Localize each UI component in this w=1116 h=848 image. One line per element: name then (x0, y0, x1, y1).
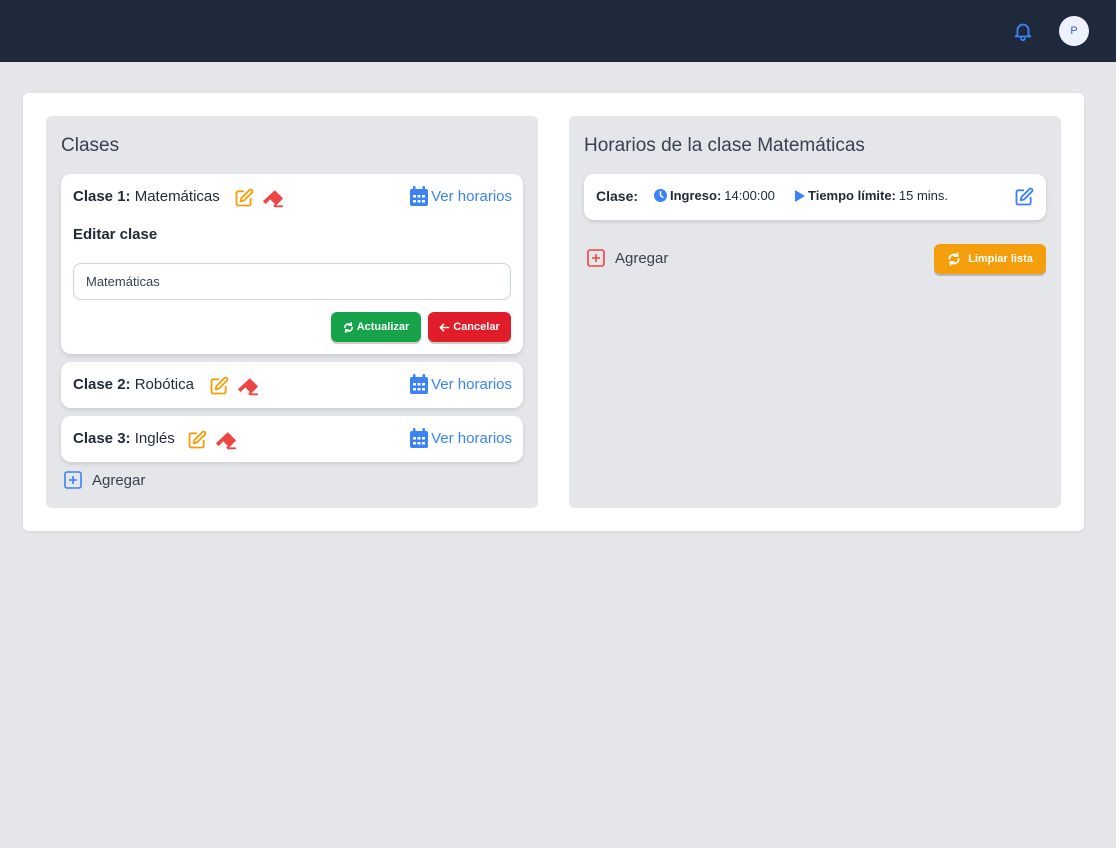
plus-square-icon (587, 249, 605, 267)
actualizar-button[interactable]: Actualizar (331, 312, 421, 342)
clases-panel: Clases Clase 1: Matemáticas Ver horarios… (46, 116, 538, 508)
clase-item-2: Clase 2: Robótica Ver horarios (61, 362, 523, 408)
clase-item-1: Clase 1: Matemáticas Ver horarios Editar… (61, 174, 523, 354)
clase-item-label: Clase 3: Inglés (73, 430, 175, 447)
calendar-icon (410, 186, 429, 206)
tiempo-limite-field: Tiempo límite: 15 mins. (795, 188, 948, 203)
cancelar-button[interactable]: Cancelar (428, 312, 511, 342)
plus-square-icon (64, 471, 82, 489)
horarios-title: Horarios de la clase Matemáticas (584, 135, 865, 156)
main-card: Clases Clase 1: Matemáticas Ver horarios… (23, 93, 1084, 531)
ver-horarios-link[interactable]: Ver horarios (410, 186, 512, 206)
clase-item-label: Clase 1: Matemáticas (73, 188, 220, 205)
user-avatar[interactable]: P (1059, 16, 1089, 46)
ingreso-field: Ingreso: 14:00:00 (654, 188, 775, 203)
calendar-icon (410, 374, 429, 394)
eraser-icon[interactable] (237, 377, 259, 396)
clase-item-3: Clase 3: Inglés Ver horarios (61, 416, 523, 462)
edit-icon[interactable] (234, 188, 254, 208)
clases-title: Clases (61, 135, 120, 156)
play-icon (795, 189, 805, 202)
ver-horarios-link[interactable]: Ver horarios (410, 374, 512, 394)
clock-icon (654, 189, 667, 202)
clase-name-input[interactable] (73, 263, 511, 300)
arrow-left-icon (439, 322, 450, 332)
edit-icon[interactable] (187, 430, 207, 450)
agregar-horario-button[interactable]: Agregar (587, 249, 668, 267)
eraser-icon[interactable] (262, 189, 284, 208)
refresh-icon (343, 321, 353, 333)
limpiar-lista-button[interactable]: Limpiar lista (934, 244, 1046, 274)
ver-horarios-link[interactable]: Ver horarios (410, 428, 512, 448)
bell-icon[interactable] (1012, 20, 1034, 42)
schedule-label: Clase: (596, 188, 639, 204)
edit-icon[interactable] (209, 376, 229, 396)
agregar-clase-button[interactable]: Agregar (64, 471, 145, 489)
eraser-icon[interactable] (215, 431, 237, 450)
top-navbar: P (0, 0, 1116, 62)
clase-item-label: Clase 2: Robótica (73, 376, 194, 393)
calendar-icon (410, 428, 429, 448)
editar-clase-title: Editar clase (73, 226, 158, 243)
schedule-row: Clase: Ingreso: 14:00:00 Tiempo límite: … (584, 174, 1046, 220)
edit-icon[interactable] (1014, 187, 1034, 207)
horarios-panel: Horarios de la clase Matemáticas Clase: … (569, 116, 1061, 508)
refresh-icon (948, 252, 960, 266)
